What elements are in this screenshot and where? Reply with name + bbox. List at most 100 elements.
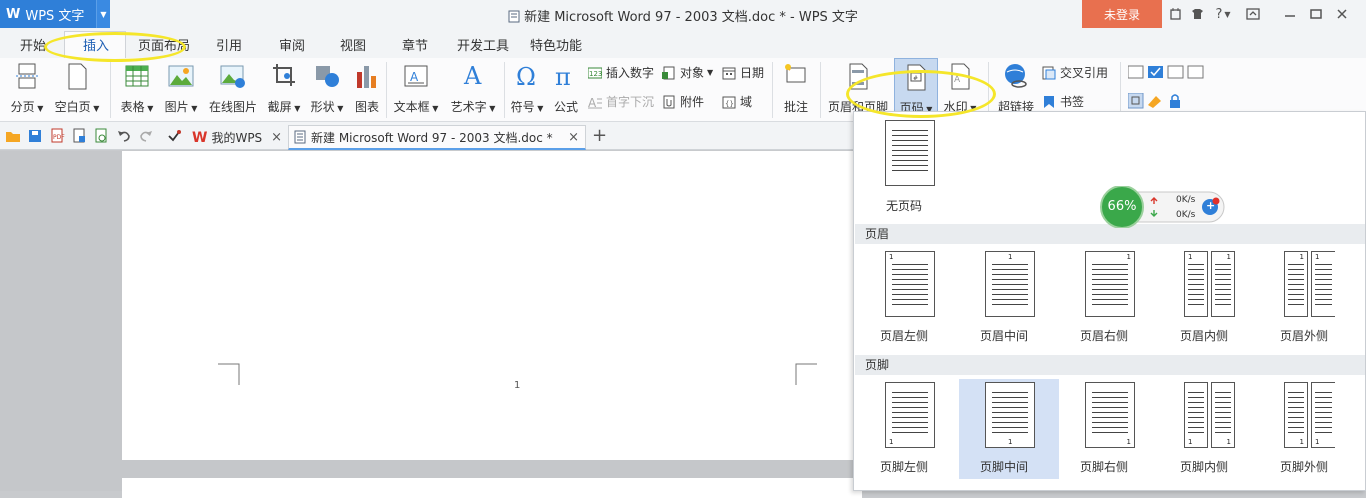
online-picture-button[interactable]: 在线图片 (206, 58, 260, 122)
page-break-button[interactable]: 分页 ▼ (8, 58, 46, 122)
tab-current-document[interactable]: 新建 Microsoft Word 97 - 2003 文档.doc * × (288, 125, 586, 150)
minimize-icon[interactable] (1282, 5, 1298, 23)
save-icon[interactable] (27, 128, 43, 144)
symbol-button[interactable]: Ω 符号 ▼ (508, 58, 546, 122)
shirt-icon[interactable] (1190, 5, 1204, 23)
page-break-icon (16, 63, 38, 89)
thumb-number: 1 (889, 438, 894, 446)
new-tab-button[interactable]: + (592, 125, 607, 146)
print-icon[interactable] (71, 128, 87, 144)
tab-my-wps[interactable]: W 我的WPS × (188, 125, 288, 150)
thumb-number: 1 (1226, 253, 1231, 261)
document-page[interactable]: 1 (122, 151, 862, 460)
open-folder-icon[interactable] (5, 128, 21, 144)
comment-button[interactable]: 批注 (778, 58, 814, 122)
window-title-text: 新建 Microsoft Word 97 - 2003 文档.doc * - W… (524, 10, 858, 25)
print-preview-icon[interactable] (93, 128, 109, 144)
insert-number-button[interactable]: 123 插入数字 (588, 64, 654, 81)
next-document-page[interactable] (122, 478, 862, 498)
header-right-option[interactable]: 1 页眉右侧 (1054, 248, 1154, 348)
page-number-none-option[interactable]: 无页码 (854, 116, 954, 216)
text-box-button[interactable]: A 文本框 ▼ (392, 58, 440, 122)
tab-review[interactable]: 审阅 (279, 35, 305, 54)
tab-references[interactable]: 引用 (216, 35, 242, 54)
header-inside-option[interactable]: 1 1 页眉内侧 (1154, 248, 1254, 348)
attachment-button[interactable]: 附件 (662, 93, 704, 110)
comment-icon (785, 64, 806, 83)
picture-button[interactable]: 图片 ▼ (162, 58, 200, 122)
restore-ribbon-icon[interactable] (1244, 5, 1262, 23)
design-mode-icon (1128, 93, 1144, 109)
page-number-dropdown: 无页码 页眉 1 页眉左侧 1 页眉中间 1 页眉右侧 1 1 页眉内侧 1 1… (853, 111, 1366, 491)
undo-icon[interactable] (116, 128, 132, 144)
chart-button[interactable]: 图表 (352, 58, 382, 122)
footer-outside-option[interactable]: 1 1 页脚外侧 (1254, 379, 1354, 479)
header-left-option[interactable]: 1 页眉左侧 (854, 248, 954, 348)
footer-right-label: 页脚右侧 (1079, 460, 1128, 474)
globe-link-icon (1005, 64, 1027, 88)
footer-inside-option[interactable]: 1 1 页脚内侧 (1154, 379, 1254, 479)
close-tab-my-wps-icon[interactable]: × (271, 130, 282, 145)
plus-icon[interactable]: + (1206, 199, 1215, 212)
screenshot-button[interactable]: 截屏 ▼ (266, 58, 302, 122)
skin-icon[interactable] (1168, 5, 1182, 23)
thumb-number: 1 (1188, 438, 1193, 446)
online-picture-label: 在线图片 (208, 100, 257, 114)
thumb-number: 1 (1299, 438, 1304, 446)
redo-icon[interactable] (138, 128, 154, 144)
footer-page-number[interactable]: 1 (514, 380, 520, 391)
table-icon (125, 65, 149, 87)
header-center-option[interactable]: 1 页眉中间 (954, 248, 1054, 348)
form-controls-row (1128, 65, 1204, 79)
document-icon (294, 130, 306, 144)
tab-chapter[interactable]: 章节 (402, 35, 428, 54)
bookmark-button[interactable]: 书签 (1042, 93, 1084, 110)
download-speed: 0K/s (1176, 210, 1196, 220)
word-art-icon: A (463, 62, 482, 90)
wps-logo-icon: W (192, 129, 208, 146)
footer-section-title: 页脚 (855, 355, 1365, 375)
table-label: 表格 (120, 100, 145, 114)
footer-center-option[interactable]: 1 页脚中间 (959, 379, 1059, 479)
field-button[interactable]: {} 域 (722, 93, 752, 110)
date-button[interactable]: 日期 (722, 64, 764, 81)
header-left-label: 页眉左侧 (879, 329, 928, 343)
cross-reference-button[interactable]: 交叉引用 (1042, 64, 1108, 81)
tab-home[interactable]: 开始 (20, 35, 46, 54)
tab-special-features[interactable]: 特色功能 (530, 35, 582, 54)
close-tab-current-document-icon[interactable]: × (568, 130, 579, 145)
table-button[interactable]: 表格 ▼ (118, 58, 156, 122)
close-icon[interactable] (1334, 5, 1350, 23)
object-button[interactable]: 对象 ▼ (662, 64, 713, 81)
number-icon: 123 (588, 67, 602, 78)
help-button[interactable]: ? ▼ (1212, 5, 1234, 23)
footer-center-label: 页脚中间 (979, 460, 1028, 474)
blank-page-button[interactable]: 空白页 ▼ (52, 58, 102, 122)
thumb-number: 1 (1226, 438, 1231, 446)
header-inside-label: 页眉内侧 (1179, 329, 1228, 343)
drop-cap-button[interactable]: A 首字下沉 (588, 93, 654, 110)
date-label: 日期 (740, 66, 765, 80)
eraser-icon (1148, 96, 1161, 108)
formula-button[interactable]: π 公式 (552, 58, 580, 122)
login-button[interactable]: 未登录 (1082, 0, 1162, 28)
svg-text:A: A (463, 62, 482, 90)
highlight-annotation-page-number (846, 70, 996, 118)
word-art-button[interactable]: A 艺术字 ▼ (448, 58, 498, 122)
separator (504, 62, 505, 118)
page-number-none-label: 无页码 (885, 199, 922, 213)
footer-right-option[interactable]: 1 页脚右侧 (1054, 379, 1154, 479)
tab-developer[interactable]: 开发工具 (457, 35, 509, 54)
chart-icon (357, 66, 376, 88)
blank-page-icon (68, 63, 87, 90)
shape-button[interactable]: 形状 ▼ (308, 58, 346, 122)
network-speed-widget[interactable]: 66% 0K/s 0K/s + (1100, 186, 1226, 228)
drop-cap-label: 首字下沉 (606, 95, 655, 109)
export-pdf-icon[interactable]: PDF (49, 128, 65, 144)
footer-left-option[interactable]: 1 页脚左侧 (854, 379, 954, 479)
tab-view[interactable]: 视图 (340, 35, 366, 54)
customize-toolbar-icon[interactable] (166, 128, 182, 144)
header-outside-option[interactable]: 1 1 页眉外侧 (1254, 248, 1354, 348)
bookmark-label: 书签 (1060, 95, 1085, 109)
maximize-icon[interactable] (1308, 5, 1324, 23)
